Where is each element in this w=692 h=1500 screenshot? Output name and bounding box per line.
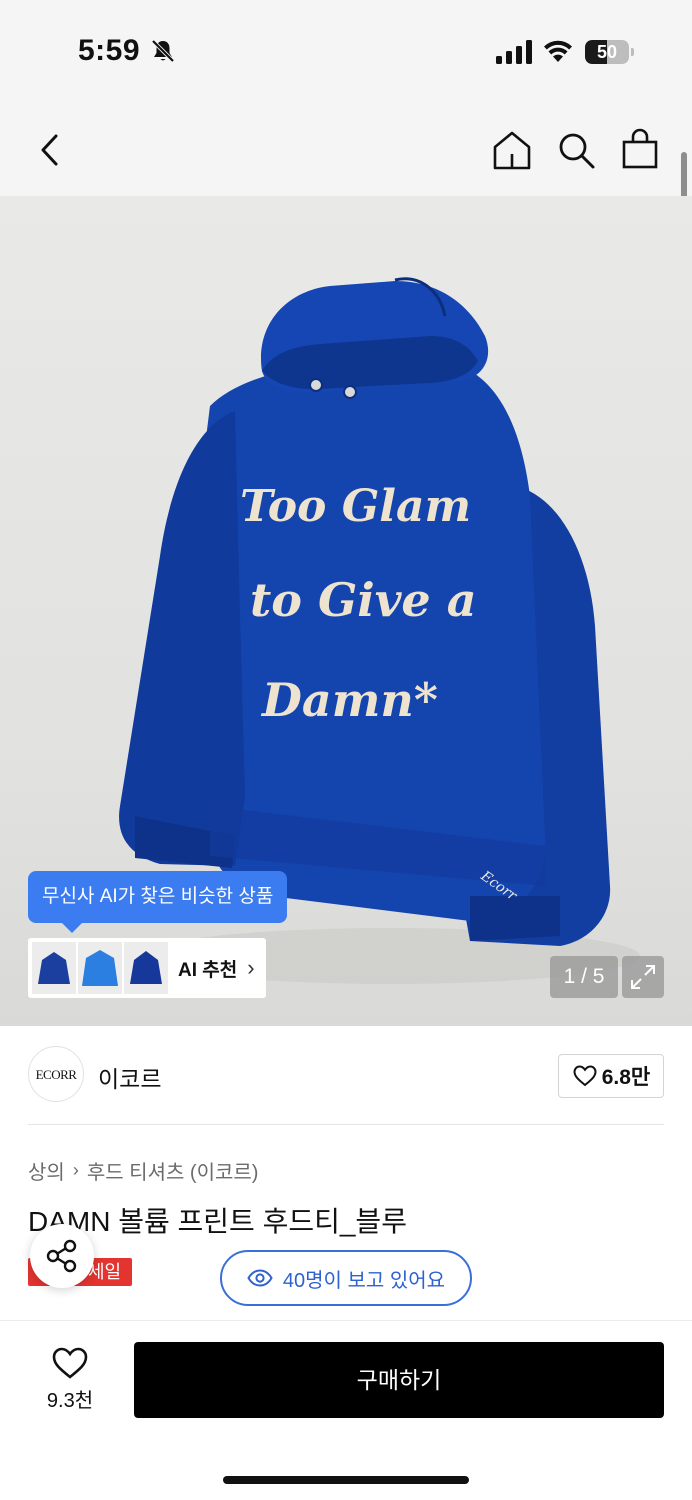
chevron-right-icon: ›: [247, 955, 255, 980]
brand-logo[interactable]: ECORR: [28, 1046, 84, 1102]
wifi-icon: [544, 40, 572, 62]
ai-thumbnail[interactable]: [32, 942, 76, 994]
brand-name[interactable]: 이코르: [98, 1060, 161, 1094]
search-icon[interactable]: [556, 130, 596, 170]
wishlist-count: 9.3천: [46, 1390, 94, 1412]
navigation-bar: [0, 100, 692, 196]
share-button[interactable]: [30, 1224, 94, 1288]
home-indicator: [223, 1476, 469, 1484]
viewers-count-pill: 40명이 보고 있어요: [220, 1250, 472, 1306]
breadcrumb-subcategory[interactable]: 후드 티셔츠 (이코르): [87, 1156, 259, 1185]
print-line-2: to Give a: [250, 573, 477, 627]
chevron-right-icon: ›: [72, 1160, 79, 1180]
buy-button[interactable]: 구매하기: [134, 1342, 664, 1418]
shopping-bag-icon[interactable]: [620, 128, 660, 170]
battery-level: 50: [596, 42, 618, 62]
ai-similar-tooltip[interactable]: 무신사 AI가 찾은 비슷한 상품: [28, 871, 288, 933]
image-page-indicator: 1 / 5: [550, 956, 618, 998]
breadcrumb-category[interactable]: 상의: [28, 1156, 65, 1185]
brand-like-count: 6.8만: [601, 1066, 651, 1089]
print-line-3: Damn*: [260, 673, 438, 727]
ai-thumbnail[interactable]: [124, 942, 168, 994]
status-time: 5:59: [78, 34, 141, 67]
heart-icon: [573, 1065, 597, 1087]
wishlist-button[interactable]: 9.3천: [28, 1342, 112, 1418]
expand-icon: [631, 965, 655, 989]
print-line-1: Too Glam: [240, 481, 471, 532]
share-icon: [46, 1239, 77, 1273]
viewers-count-text: 40명이 보고 있어요: [282, 1269, 446, 1292]
divider: [28, 1124, 664, 1125]
battery-icon: 50: [585, 40, 635, 64]
back-icon[interactable]: [34, 130, 66, 170]
expand-image-button[interactable]: [622, 956, 664, 998]
status-bar: 5:59 50: [0, 0, 692, 100]
brand-like-button[interactable]: 6.8만: [558, 1054, 664, 1098]
bell-off-icon: [151, 39, 175, 63]
eye-icon: [247, 1269, 273, 1287]
heart-icon: [52, 1347, 88, 1379]
ai-recommend-button[interactable]: AI 추천 ›: [178, 955, 255, 982]
cellular-signal-icon: [496, 40, 532, 64]
ai-thumbnail[interactable]: [78, 942, 122, 994]
breadcrumb: 상의 › 후드 티셔츠 (이코르): [28, 1156, 258, 1185]
ai-recommend-label: AI 추천: [178, 959, 238, 981]
home-icon[interactable]: [490, 128, 534, 172]
ai-recommend-strip[interactable]: AI 추천 ›: [28, 938, 266, 998]
